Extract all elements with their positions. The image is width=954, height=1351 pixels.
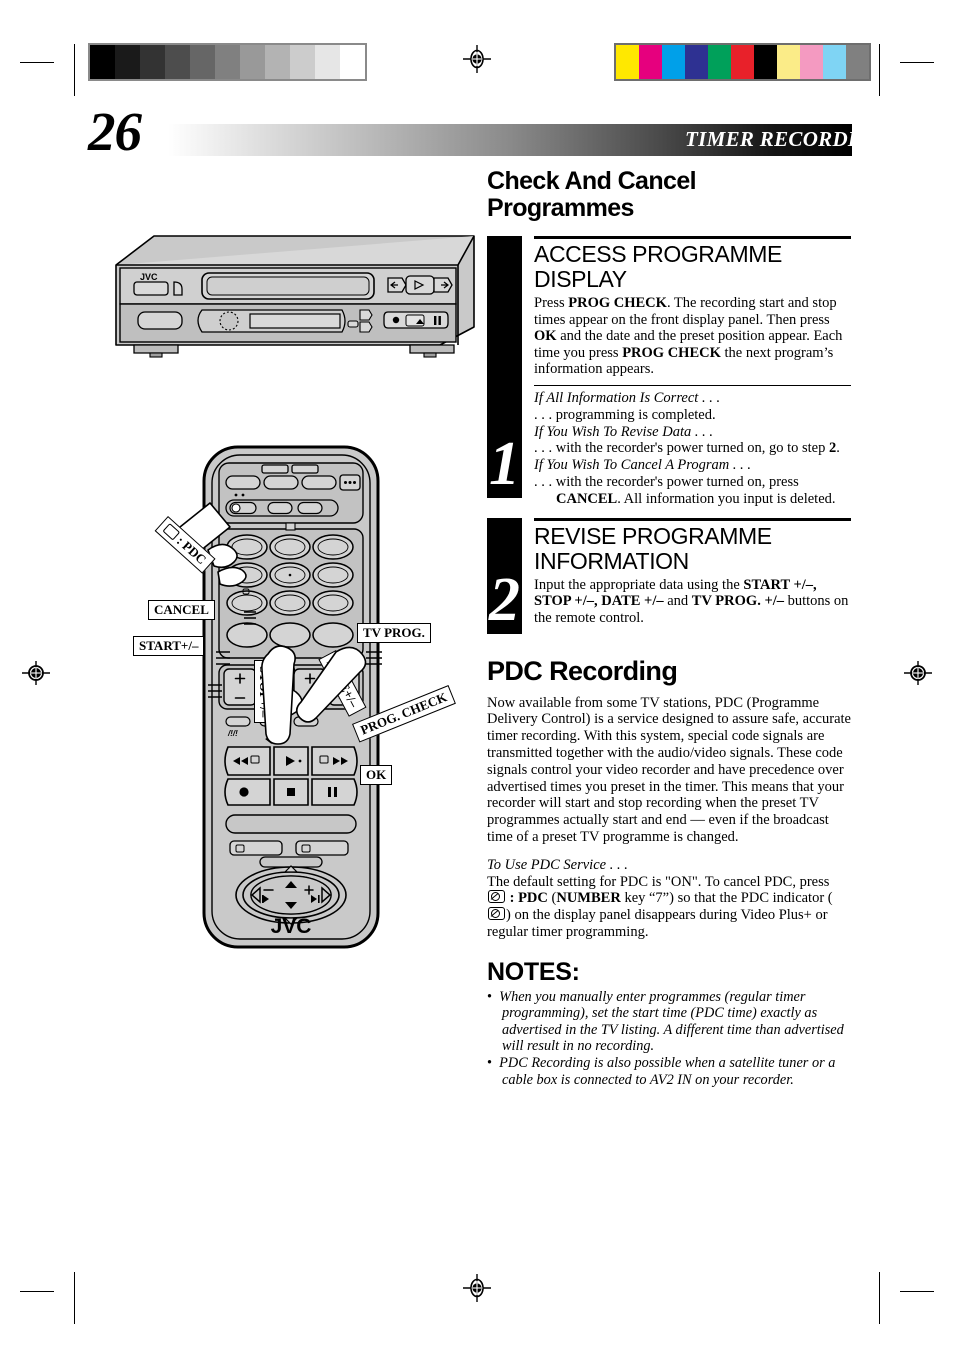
- right-content-column: Check And Cancel Programmes 1 ACCESS PRO…: [487, 168, 851, 1089]
- step-1-cond-2-answer: . . . with the recorder's power turned o…: [534, 440, 840, 457]
- step-2-heading-line1: REVISE PROGRAMME: [534, 522, 772, 549]
- step-2-instruction: Input the appropriate data using the STA…: [534, 576, 849, 626]
- note-item-1: PDC Recording is also possible when a sa…: [487, 1055, 851, 1088]
- vcr-illustration: JVC: [115, 235, 475, 358]
- vcr-brand-label: JVC: [140, 272, 158, 282]
- step-1-number: 1: [489, 430, 520, 498]
- color-swatch-10: [846, 45, 869, 79]
- step-1-heading-line1: ACCESS PROGRAMME: [534, 241, 782, 267]
- callout-start-label: START+/–: [139, 638, 199, 653]
- crop-mark-bottom-left-v: [74, 1272, 75, 1324]
- step-1-cond-3-answer: . . . with the recorder's power turned o…: [534, 473, 836, 507]
- page-number: 26: [88, 101, 142, 162]
- color-calibration-bar: [614, 43, 871, 81]
- crop-mark-top-right: [900, 62, 934, 63]
- step-1-body: ACCESS PROGRAMME DISPLAY Press PROG CHEC…: [534, 236, 851, 508]
- color-swatch-9: [823, 45, 846, 79]
- callout-start: START+/–: [133, 636, 205, 656]
- crop-mark-bottom-left: [20, 1291, 54, 1292]
- grayscale-swatch-8: [290, 45, 315, 79]
- color-swatch-4: [708, 45, 731, 79]
- step-1-cond-3: If You Wish To Cancel A Program . . .: [534, 457, 752, 474]
- section-title: Check And Cancel Programmes: [487, 168, 851, 222]
- crop-mark-top-right-v: [879, 44, 880, 96]
- color-swatch-7: [777, 45, 800, 79]
- registration-mark-left: [22, 661, 50, 685]
- section-title-line1: Check And Cancel: [487, 167, 697, 195]
- pointing-hands: [261, 645, 367, 745]
- step-2-heading: REVISE PROGRAMME INFORMATION: [534, 522, 851, 574]
- remote-brand-label: JVC: [271, 915, 312, 938]
- crop-mark-bottom-right: [900, 1291, 934, 1292]
- page-title: TIMER RECORDING(cont.): [685, 127, 946, 151]
- step-1-heading-line2: DISPLAY: [534, 266, 627, 292]
- grayscale-swatch-10: [340, 45, 365, 79]
- pdc-service-paragraph: The default setting for PDC is "ON". To …: [487, 873, 833, 940]
- step-2-number-bar: 2: [487, 517, 522, 634]
- step-1: 1 ACCESS PROGRAMME DISPLAY Press PROG CH…: [487, 236, 851, 508]
- registration-mark-right: [904, 661, 932, 685]
- step-1-cond-2: If You Wish To Revise Data . . .: [534, 423, 713, 440]
- step-1-instruction: Press PROG CHECK. The recording start an…: [534, 295, 843, 378]
- registration-mark-top: [463, 45, 491, 73]
- pdc-service-heading: To Use PDC Service . . .: [487, 856, 628, 873]
- grayscale-swatch-5: [215, 45, 240, 79]
- callout-cancel: CANCEL: [148, 600, 215, 620]
- grayscale-swatch-7: [265, 45, 290, 79]
- pdc-symbol-icon: [488, 890, 505, 904]
- step-1-cond-1: If All Information Is Correct . . .: [534, 389, 721, 406]
- notes-list: When you manually enter programmes (regu…: [487, 989, 851, 1088]
- vcr-display-panel: [249, 313, 341, 329]
- grayscale-swatch-3: [165, 45, 190, 79]
- step-1-conditions: If All Information Is Correct . . . . . …: [534, 384, 851, 508]
- grayscale-swatch-1: [115, 45, 140, 79]
- step-2: 2 REVISE PROGRAMME INFORMATION Input the…: [487, 517, 851, 634]
- color-swatch-2: [662, 45, 685, 79]
- step-1-heading: ACCESS PROGRAMME DISPLAY: [534, 242, 851, 292]
- grayscale-swatch-2: [140, 45, 165, 79]
- pdc-recording-title: PDC Recording: [487, 655, 678, 686]
- section-title-line2: Programmes: [487, 194, 634, 222]
- grayscale-swatch-9: [315, 45, 340, 79]
- notes-title: NOTES:: [487, 957, 580, 986]
- crop-mark-top-left-v: [74, 44, 75, 96]
- color-swatch-8: [800, 45, 823, 79]
- step-1-number-bar: 1: [487, 236, 522, 498]
- color-swatch-3: [685, 45, 708, 79]
- grayscale-calibration-bar: [88, 43, 367, 81]
- registration-mark-bottom: [463, 1274, 491, 1302]
- grayscale-swatch-4: [190, 45, 215, 79]
- color-swatch-6: [754, 45, 777, 79]
- step-2-number: 2: [489, 565, 520, 634]
- color-swatch-5: [731, 45, 754, 79]
- color-swatch-1: [639, 45, 662, 79]
- grayscale-swatch-6: [240, 45, 265, 79]
- pdc-symbol-icon: [488, 907, 505, 921]
- callout-cancel-label: CANCEL: [154, 602, 209, 617]
- remote-lower-body: JVC: [271, 915, 312, 938]
- crop-mark-bottom-right-v: [879, 1272, 880, 1324]
- color-swatch-0: [616, 45, 639, 79]
- pdc-recording-paragraph: Now available from some TV stations, PDC…: [487, 694, 851, 845]
- note-item-0: When you manually enter programmes (regu…: [487, 989, 851, 1055]
- step-2-body: REVISE PROGRAMME INFORMATION Input the a…: [534, 517, 851, 627]
- grayscale-swatch-0: [90, 45, 115, 79]
- callout-tv-prog-label: TV PROG.: [363, 625, 425, 640]
- crop-mark-top-left: [20, 62, 54, 63]
- step-2-heading-line2: INFORMATION: [534, 547, 689, 574]
- step-1-cond-1-answer: . . . programming is completed.: [534, 406, 716, 423]
